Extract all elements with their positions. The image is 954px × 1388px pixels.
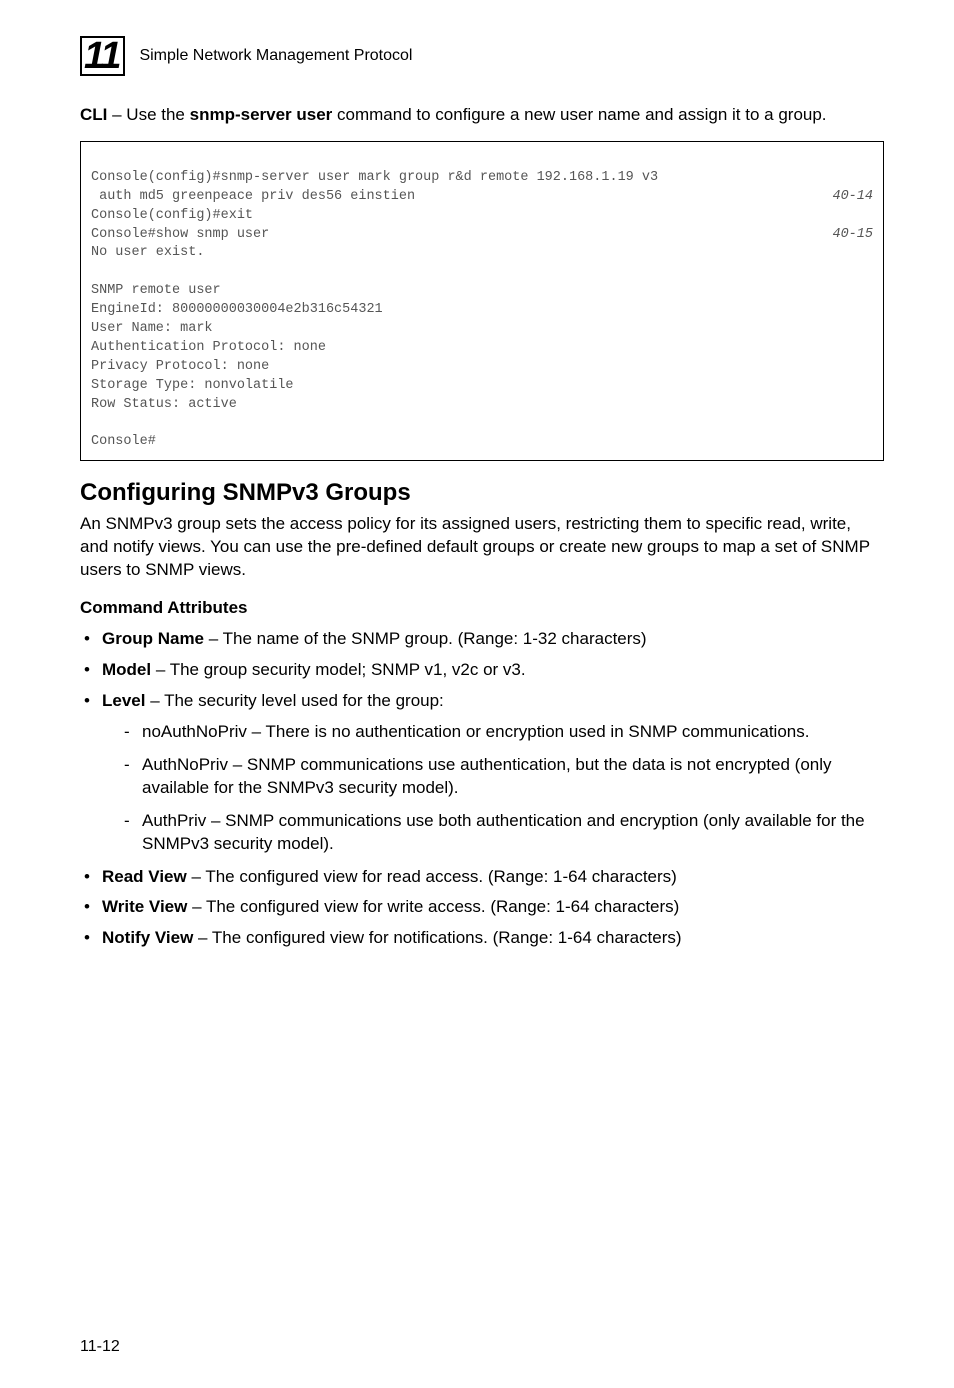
attr-text: – The configured view for read access. (… bbox=[187, 867, 677, 886]
code-line: User Name: mark bbox=[91, 320, 873, 339]
chapter-title: Simple Network Management Protocol bbox=[139, 47, 412, 65]
intro-text-2: command to configure a new user name and… bbox=[332, 105, 826, 124]
list-item: Group Name – The name of the SNMP group.… bbox=[80, 628, 884, 651]
code-line: Authentication Protocol: none bbox=[91, 339, 873, 358]
intro-text-1: – Use the bbox=[107, 105, 189, 124]
attr-text: – The security level used for the group: bbox=[145, 691, 443, 710]
attr-text: – The configured view for notifications.… bbox=[193, 928, 681, 947]
subsection-heading: Command Attributes bbox=[80, 598, 884, 618]
attr-label: Write View bbox=[102, 897, 187, 916]
code-text: auth md5 greenpeace priv des56 einstien bbox=[91, 188, 415, 207]
code-line: Console# bbox=[91, 433, 873, 452]
code-line: Privacy Protocol: none bbox=[91, 358, 873, 377]
cli-label: CLI bbox=[80, 105, 107, 124]
code-ref: 40-15 bbox=[832, 226, 873, 245]
attr-label: Read View bbox=[102, 867, 187, 886]
attr-label: Model bbox=[102, 660, 151, 679]
command-name: snmp-server user bbox=[190, 105, 333, 124]
sub-list: noAuthNoPriv – There is no authenticatio… bbox=[102, 721, 884, 856]
code-line: Console(config)#snmp-server user mark gr… bbox=[91, 169, 873, 188]
attribute-list: Group Name – The name of the SNMP group.… bbox=[80, 628, 884, 950]
code-line: Console#show snmp user 40-15 bbox=[91, 226, 873, 245]
section-paragraph: An SNMPv3 group sets the access policy f… bbox=[80, 513, 884, 582]
page: 11 Simple Network Management Protocol CL… bbox=[0, 0, 954, 1388]
intro-paragraph: CLI – Use the snmp-server user command t… bbox=[80, 104, 884, 127]
list-item: Write View – The configured view for wri… bbox=[80, 896, 884, 919]
attr-label: Level bbox=[102, 691, 145, 710]
page-number: 11-12 bbox=[80, 1338, 120, 1356]
sub-list-item: noAuthNoPriv – There is no authenticatio… bbox=[102, 721, 884, 744]
code-line: No user exist. bbox=[91, 244, 873, 263]
code-line bbox=[91, 263, 873, 282]
code-line: Storage Type: nonvolatile bbox=[91, 377, 873, 396]
chapter-number-box: 11 bbox=[80, 36, 125, 76]
console-output: Console(config)#snmp-server user mark gr… bbox=[80, 141, 884, 461]
sub-list-item: AuthPriv – SNMP communications use both … bbox=[102, 810, 884, 856]
code-line: Row Status: active bbox=[91, 396, 873, 415]
code-line bbox=[91, 414, 873, 433]
section-heading: Configuring SNMPv3 Groups bbox=[80, 479, 884, 507]
page-header: 11 Simple Network Management Protocol bbox=[80, 36, 884, 76]
attr-text: – The configured view for write access. … bbox=[187, 897, 679, 916]
code-ref: 40-14 bbox=[832, 188, 873, 207]
attr-text: – The group security model; SNMP v1, v2c… bbox=[151, 660, 525, 679]
code-line: SNMP remote user bbox=[91, 282, 873, 301]
code-line: EngineId: 80000000030004e2b316c54321 bbox=[91, 301, 873, 320]
code-line: auth md5 greenpeace priv des56 einstien 4… bbox=[91, 188, 873, 207]
sub-list-item: AuthNoPriv – SNMP communications use aut… bbox=[102, 754, 884, 800]
list-item: Model – The group security model; SNMP v… bbox=[80, 659, 884, 682]
list-item: Read View – The configured view for read… bbox=[80, 866, 884, 889]
attr-label: Group Name bbox=[102, 629, 204, 648]
code-line: Console(config)#exit bbox=[91, 207, 873, 226]
code-text: Console#show snmp user bbox=[91, 226, 269, 245]
chapter-number: 11 bbox=[84, 37, 119, 75]
list-item: Level – The security level used for the … bbox=[80, 690, 884, 856]
attr-text: – The name of the SNMP group. (Range: 1-… bbox=[204, 629, 647, 648]
attr-label: Notify View bbox=[102, 928, 193, 947]
list-item: Notify View – The configured view for no… bbox=[80, 927, 884, 950]
